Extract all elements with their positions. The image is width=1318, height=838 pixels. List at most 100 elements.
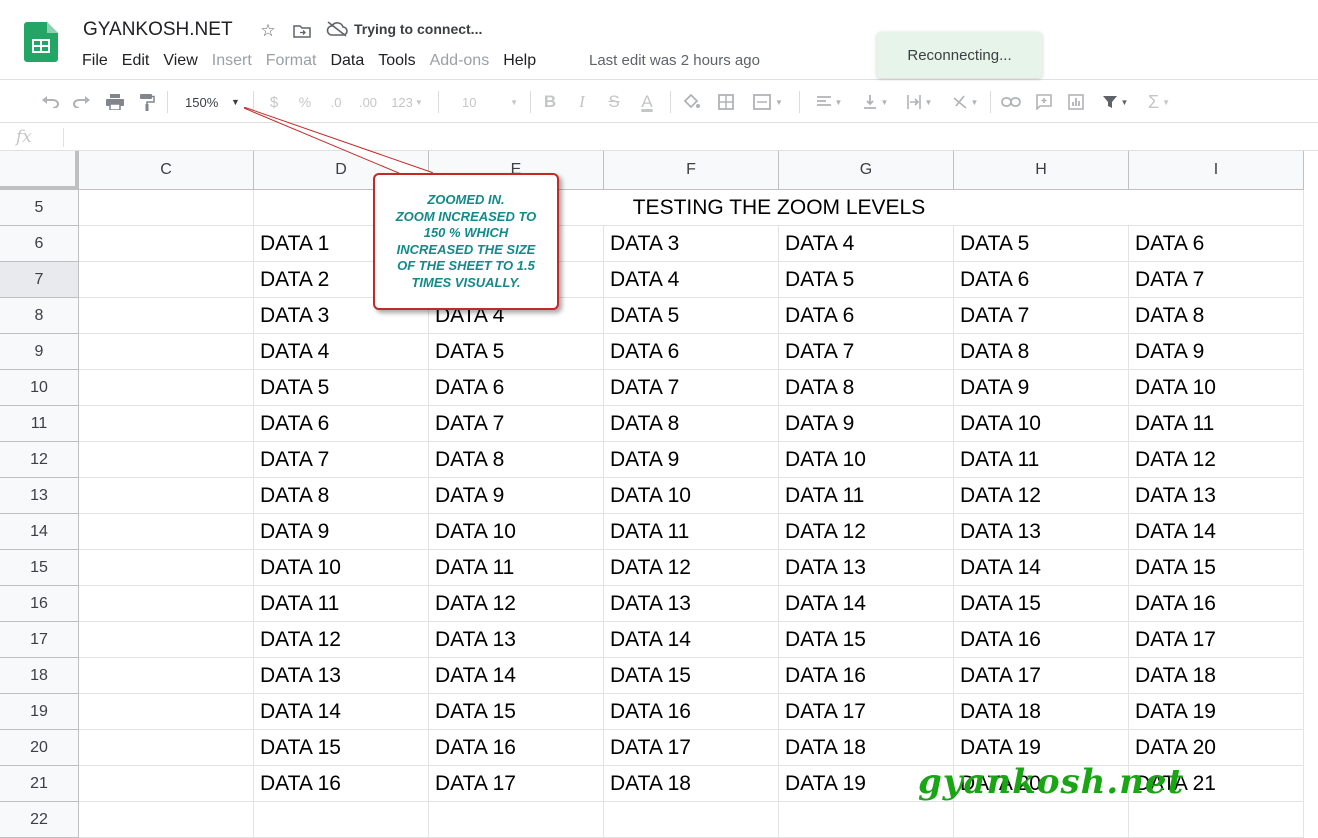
cell-i12[interactable]: DATA 12: [1129, 442, 1304, 478]
cell-d17[interactable]: DATA 12: [254, 622, 429, 658]
cell-d18[interactable]: DATA 13: [254, 658, 429, 694]
cell-d14[interactable]: DATA 9: [254, 514, 429, 550]
cell-d21[interactable]: DATA 16: [254, 766, 429, 802]
row-header-5[interactable]: 5: [0, 190, 79, 226]
cell-f9[interactable]: DATA 6: [604, 334, 779, 370]
row-header-12[interactable]: 12: [0, 442, 79, 478]
cell-i8[interactable]: DATA 8: [1129, 298, 1304, 334]
cell-g9[interactable]: DATA 7: [779, 334, 954, 370]
cell-h13[interactable]: DATA 12: [954, 478, 1129, 514]
cell-c16[interactable]: [79, 586, 254, 622]
cell-c7[interactable]: [79, 262, 254, 298]
menu-file[interactable]: File: [75, 50, 115, 72]
cell-f8[interactable]: DATA 5: [604, 298, 779, 334]
cell-i14[interactable]: DATA 14: [1129, 514, 1304, 550]
cell-d22[interactable]: [254, 802, 429, 838]
cell-e9[interactable]: DATA 5: [429, 334, 604, 370]
cell-d10[interactable]: DATA 5: [254, 370, 429, 406]
cell-f20[interactable]: DATA 17: [604, 730, 779, 766]
column-header-g[interactable]: G: [779, 151, 954, 190]
cell-i6[interactable]: DATA 6: [1129, 226, 1304, 262]
cell-f7[interactable]: DATA 4: [604, 262, 779, 298]
row-header-16[interactable]: 16: [0, 586, 79, 622]
cell-h6[interactable]: DATA 5: [954, 226, 1129, 262]
decrease-decimal-button[interactable]: .0: [322, 90, 350, 114]
cell-c11[interactable]: [79, 406, 254, 442]
cell-d11[interactable]: DATA 6: [254, 406, 429, 442]
cell-g22[interactable]: [779, 802, 954, 838]
cell-i7[interactable]: DATA 7: [1129, 262, 1304, 298]
cell-e22[interactable]: [429, 802, 604, 838]
cell-e17[interactable]: DATA 13: [429, 622, 604, 658]
cell-e14[interactable]: DATA 10: [429, 514, 604, 550]
cell-g18[interactable]: DATA 16: [779, 658, 954, 694]
filter-icon[interactable]: ▼: [1096, 90, 1134, 114]
cell-c8[interactable]: [79, 298, 254, 334]
cell-f6[interactable]: DATA 3: [604, 226, 779, 262]
cell-c17[interactable]: [79, 622, 254, 658]
row-header-11[interactable]: 11: [0, 406, 79, 442]
cell-f12[interactable]: DATA 9: [604, 442, 779, 478]
select-all-corner[interactable]: [0, 151, 79, 190]
cell-h17[interactable]: DATA 16: [954, 622, 1129, 658]
strikethrough-button[interactable]: S: [603, 90, 625, 114]
cell-d13[interactable]: DATA 8: [254, 478, 429, 514]
cell-c15[interactable]: [79, 550, 254, 586]
cell-g6[interactable]: DATA 4: [779, 226, 954, 262]
cell-f22[interactable]: [604, 802, 779, 838]
cell-g11[interactable]: DATA 9: [779, 406, 954, 442]
cell-h9[interactable]: DATA 8: [954, 334, 1129, 370]
row-header-9[interactable]: 9: [0, 334, 79, 370]
font-size-select[interactable]: 10 ▼: [448, 90, 524, 114]
cell-h22[interactable]: [954, 802, 1129, 838]
cell-f11[interactable]: DATA 8: [604, 406, 779, 442]
cell-i13[interactable]: DATA 13: [1129, 478, 1304, 514]
merge-cells-icon[interactable]: ▼: [748, 90, 788, 114]
cell-i22[interactable]: [1129, 802, 1304, 838]
cell-f10[interactable]: DATA 7: [604, 370, 779, 406]
cell-e10[interactable]: DATA 6: [429, 370, 604, 406]
cell-i16[interactable]: DATA 16: [1129, 586, 1304, 622]
text-color-button[interactable]: A: [635, 90, 659, 114]
cell-h15[interactable]: DATA 14: [954, 550, 1129, 586]
cell-c13[interactable]: [79, 478, 254, 514]
menu-insert[interactable]: Insert: [205, 50, 259, 72]
move-to-folder-icon[interactable]: [291, 20, 313, 42]
cell-e15[interactable]: DATA 11: [429, 550, 604, 586]
cell-g13[interactable]: DATA 11: [779, 478, 954, 514]
column-header-c[interactable]: C: [79, 151, 254, 190]
row-header-22[interactable]: 22: [0, 802, 79, 838]
row-header-20[interactable]: 20: [0, 730, 79, 766]
cell-d16[interactable]: DATA 11: [254, 586, 429, 622]
cell-c9[interactable]: [79, 334, 254, 370]
column-header-i[interactable]: I: [1129, 151, 1304, 190]
cell-f19[interactable]: DATA 16: [604, 694, 779, 730]
sheets-logo-icon[interactable]: [24, 22, 58, 62]
row-header-10[interactable]: 10: [0, 370, 79, 406]
cell-f14[interactable]: DATA 11: [604, 514, 779, 550]
row-header-15[interactable]: 15: [0, 550, 79, 586]
cell-d19[interactable]: DATA 14: [254, 694, 429, 730]
cell-g12[interactable]: DATA 10: [779, 442, 954, 478]
cell-e13[interactable]: DATA 9: [429, 478, 604, 514]
menu-format[interactable]: Format: [259, 50, 324, 72]
cell-i20[interactable]: DATA 20: [1129, 730, 1304, 766]
cell-c14[interactable]: [79, 514, 254, 550]
cell-i10[interactable]: DATA 10: [1129, 370, 1304, 406]
column-header-h[interactable]: H: [954, 151, 1129, 190]
fill-color-icon[interactable]: [679, 90, 703, 114]
row-header-8[interactable]: 8: [0, 298, 79, 334]
cell-c6[interactable]: [79, 226, 254, 262]
row-header-14[interactable]: 14: [0, 514, 79, 550]
row-header-19[interactable]: 19: [0, 694, 79, 730]
cell-c22[interactable]: [79, 802, 254, 838]
cell-c18[interactable]: [79, 658, 254, 694]
menu-help[interactable]: Help: [496, 50, 543, 72]
cell-f17[interactable]: DATA 14: [604, 622, 779, 658]
cell-e16[interactable]: DATA 12: [429, 586, 604, 622]
cell-e21[interactable]: DATA 17: [429, 766, 604, 802]
currency-format-button[interactable]: $: [263, 90, 285, 114]
row-header-7[interactable]: 7: [0, 262, 79, 298]
menu-view[interactable]: View: [156, 50, 204, 72]
cell-h8[interactable]: DATA 7: [954, 298, 1129, 334]
